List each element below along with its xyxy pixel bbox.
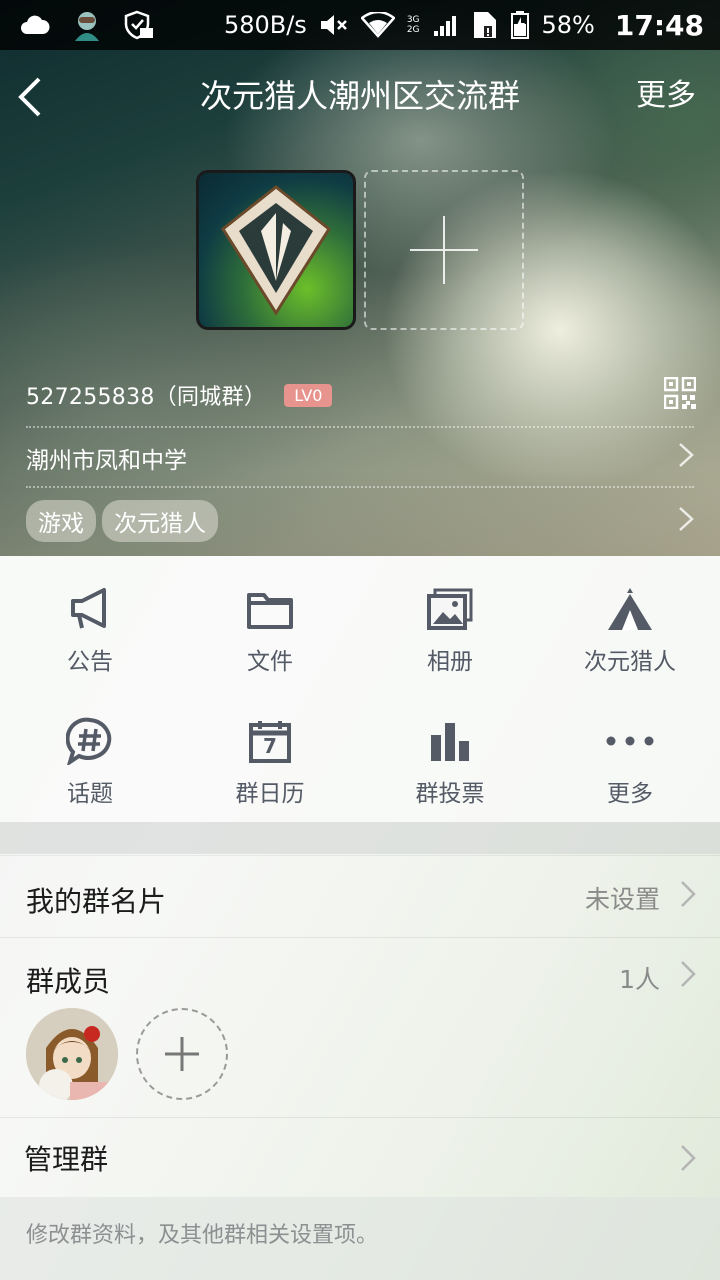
feature-label: 群投票 [415,781,485,807]
status-bar: 580B/s 3G 2G 58% 17:48 [0,0,720,50]
section-divider [0,822,720,854]
feature-game[interactable]: 次元猎人 [540,556,720,676]
group-avatar[interactable] [196,170,356,330]
network-type-bottom: 2G [406,25,420,35]
clock: 17:48 [614,8,704,42]
network-type-top: 3G [406,15,420,25]
group-id: 527255838（同城群） [26,385,267,410]
row-label: 群成员 [26,965,111,998]
tag-chip: 游戏 [26,500,96,542]
group-logo-icon [221,185,331,316]
chevron-right-icon [678,442,694,474]
album-icon [427,582,473,636]
mute-icon [319,12,349,38]
network-speed: 580B/s [223,11,307,39]
back-button[interactable] [10,72,50,122]
feature-label: 更多 [607,781,653,807]
feature-vote[interactable]: 群投票 [360,688,540,808]
row-label: 管理群 [24,1143,109,1176]
calendar-day: 7 [263,734,277,758]
folder-icon [247,582,293,636]
plus-icon [165,1037,199,1071]
plus-icon [410,216,478,284]
tag-chip: 次元猎人 [102,500,218,542]
group-members-row[interactable]: 群成员 1人 [0,937,720,1117]
title-bar: 次元猎人潮州区交流群 更多 [0,50,720,142]
feature-label: 相册 [427,649,473,675]
wifi-icon [360,12,395,38]
manage-group-hint: 修改群资料，及其他群相关设置项。 [0,1197,720,1280]
feature-label: 次元猎人 [584,649,676,675]
page-title: 次元猎人潮州区交流群 [199,77,520,115]
group-id-row: 527255838（同城群） LV0 [26,372,697,418]
feature-files[interactable]: 文件 [180,556,360,676]
more-dots-icon [605,714,655,768]
divider [26,486,694,488]
shield-mail-icon [124,10,154,40]
qr-code-icon[interactable] [663,376,697,413]
chevron-right-icon [680,960,696,992]
chevron-left-icon [18,77,41,117]
topic-hash-icon [66,714,114,768]
feature-grid: 公告 文件 相册 次元猎人 话题 7 群日历 群投票 更多 [0,556,720,822]
feature-label: 群日历 [235,781,305,807]
add-photo-button[interactable] [364,170,524,330]
divider [26,426,694,428]
row-value: 未设置 [584,885,660,914]
calendar-icon: 7 [249,714,291,768]
battery-icon [510,10,530,40]
chevron-right-icon [680,1144,696,1176]
battery-level: 58% [541,11,595,39]
feature-album[interactable]: 相册 [360,556,540,676]
location-row[interactable]: 潮州市凤和中学 [26,432,694,484]
tent-icon [606,582,654,636]
vote-bar-icon [430,714,470,768]
manage-group-row[interactable]: 管理群 [0,1117,720,1197]
hint-text: 修改群资料，及其他群相关设置项。 [26,1223,379,1248]
app-avatar-icon [70,8,104,42]
add-member-button[interactable] [136,1008,228,1100]
chevron-right-icon [678,506,694,536]
tags-row[interactable]: 游戏 次元猎人 [26,494,694,548]
feature-label: 话题 [67,781,113,807]
feature-label: 公告 [67,649,113,675]
feature-more[interactable]: 更多 [540,688,720,808]
feature-topic[interactable]: 话题 [0,688,180,808]
feature-calendar[interactable]: 7 群日历 [180,688,360,808]
row-label: 我的群名片 [26,885,167,918]
feature-label: 文件 [247,649,293,675]
avatar[interactable] [26,1008,118,1100]
my-group-card-row[interactable]: 我的群名片 未设置 [0,855,720,937]
megaphone-icon [69,582,111,636]
network-type: 3G 2G [407,15,420,35]
feature-announcement[interactable]: 公告 [0,556,180,676]
more-button[interactable]: 更多 [636,50,696,142]
chevron-right-icon [680,880,696,912]
level-badge: LV0 [284,383,333,407]
member-count: 1人 [619,965,660,994]
signal-icon [432,12,460,38]
cloud-icon [20,14,50,36]
group-location: 潮州市凤和中学 [26,448,187,474]
sim-alert-icon [472,10,498,40]
